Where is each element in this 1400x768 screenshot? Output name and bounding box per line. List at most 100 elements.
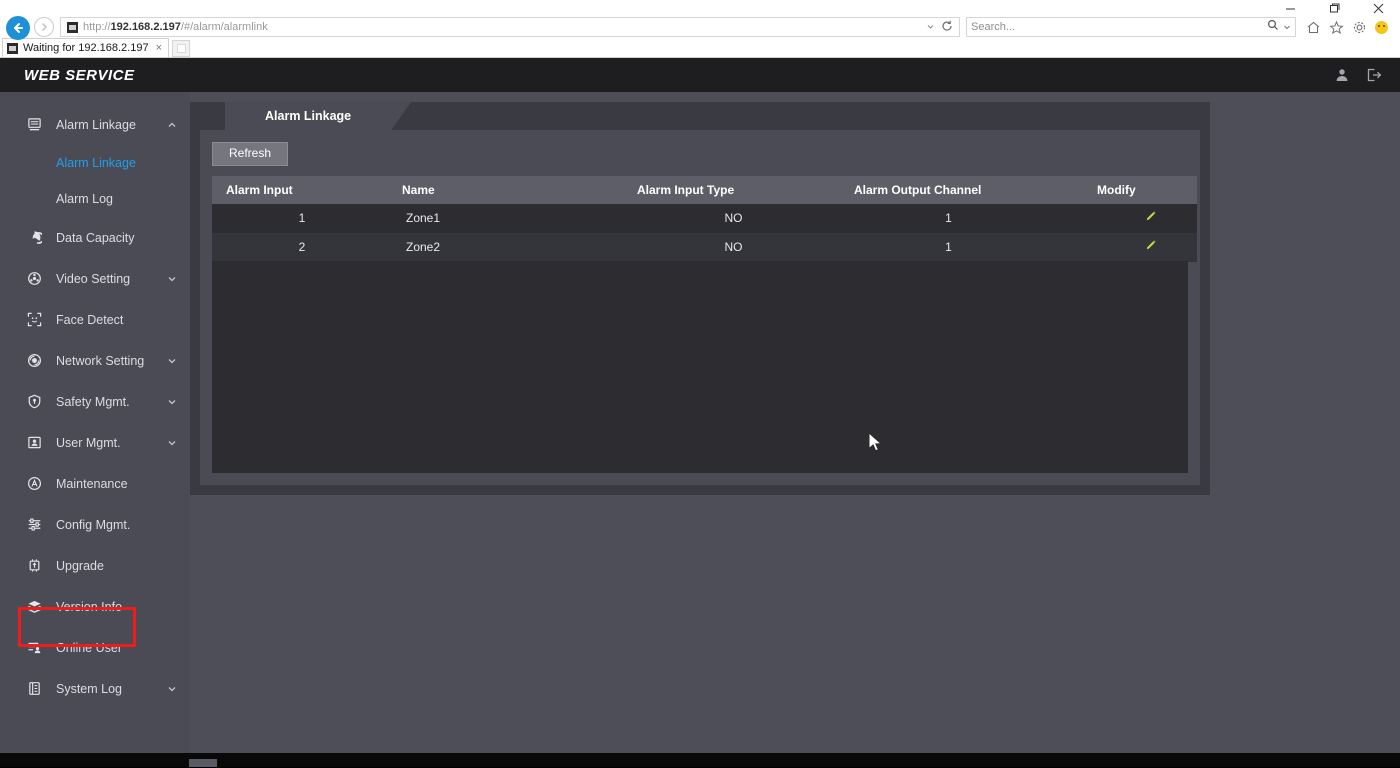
sidebar-item-network-setting[interactable]: Network Setting (0, 340, 190, 381)
search-bar[interactable]: Search... (966, 17, 1296, 37)
sidebar-item-label: Config Mgmt. (56, 517, 131, 532)
cell-alarm-input: 1 (212, 203, 392, 233)
chevron-down-icon[interactable] (166, 397, 178, 407)
sidebar-subitem-alarm-log[interactable]: Alarm Log (0, 181, 190, 217)
content-area: Alarm Linkage Refresh Alarm Input Name A… (190, 92, 1400, 767)
chevron-up-icon[interactable] (166, 120, 178, 130)
close-button[interactable] (1356, 0, 1400, 16)
web-application: WEB SERVICE Alarm Linkage Alarm Linkage … (0, 58, 1400, 767)
chevron-down-icon[interactable] (166, 356, 178, 366)
sidebar-item-label: System Log (56, 681, 123, 696)
restore-button[interactable] (1312, 0, 1356, 16)
sidebar-item-version-info[interactable]: Version Info (0, 586, 190, 627)
online-user-icon (26, 640, 42, 656)
chevron-down-icon[interactable] (166, 684, 178, 694)
smiley-feedback-icon[interactable] (1375, 20, 1388, 34)
forward-arrow-icon[interactable] (34, 17, 54, 37)
browser-tab[interactable]: Waiting for 192.168.2.197 × (2, 38, 170, 57)
user-mgmt-icon (26, 435, 42, 451)
sidebar-item-label: Version Info (56, 599, 123, 614)
cell-modify (1057, 203, 1197, 233)
minimize-button[interactable] (1268, 0, 1312, 16)
sidebar-item-maintenance[interactable]: Maintenance (0, 463, 190, 504)
sidebar-item-system-log[interactable]: System Log (0, 668, 190, 709)
refresh-icon[interactable] (941, 20, 953, 34)
cell-name: Zone1 (392, 203, 617, 233)
version-info-icon (26, 599, 42, 615)
chevron-down-icon[interactable] (166, 274, 178, 284)
chevron-down-icon[interactable] (166, 438, 178, 448)
alarm-linkage-icon (26, 117, 42, 133)
new-tab-button[interactable] (172, 40, 191, 57)
sidebar-item-online-user[interactable]: Online User (0, 627, 190, 668)
browser-chrome: http://192.168.2.197/#/alarm/alarmlink S… (0, 0, 1400, 58)
cell-alarm-output-channel: 1 (832, 232, 1057, 262)
sidebar-item-label: Face Detect (56, 312, 124, 327)
pencil-edit-icon[interactable] (1144, 239, 1157, 252)
app-logo: WEB SERVICE (24, 66, 135, 84)
sidebar-item-face-detect[interactable]: Face Detect (0, 299, 190, 340)
panel-tabstrip: Alarm Linkage (190, 102, 1210, 130)
face-detect-icon (26, 312, 42, 328)
sidebar-item-safety-mgmt[interactable]: Safety Mgmt. (0, 381, 190, 422)
table-header-row: Alarm Input Name Alarm Input Type Alarm … (212, 175, 1197, 204)
sidebar-item-data-capacity[interactable]: Data Capacity (0, 217, 190, 258)
table-row[interactable]: 1 Zone1 NO 1 (212, 203, 1197, 233)
search-icon[interactable] (1267, 18, 1279, 36)
cell-name: Zone2 (392, 232, 617, 262)
cell-alarm-input-type: NO (617, 232, 832, 262)
content-panel: Alarm Linkage Refresh Alarm Input Name A… (190, 102, 1210, 495)
safety-mgmt-icon (26, 394, 42, 410)
tab-favicon-icon (7, 42, 18, 54)
sidebar-item-label: Safety Mgmt. (56, 394, 130, 409)
browser-toolbar-icons (1296, 20, 1396, 35)
sidebar-item-config-mgmt[interactable]: Config Mgmt. (0, 504, 190, 545)
logout-icon[interactable] (1366, 67, 1382, 83)
table-empty-space (212, 260, 1188, 473)
address-bar-actions (926, 20, 957, 34)
sidebar-subitem-label: Alarm Log (56, 192, 113, 206)
cell-alarm-input-type: NO (617, 203, 832, 233)
sidebar-item-label: Maintenance (56, 476, 128, 491)
sidebar-item-alarm-linkage[interactable]: Alarm Linkage (0, 104, 190, 145)
app-header: WEB SERVICE (0, 58, 1400, 92)
tab-alarm-linkage[interactable]: Alarm Linkage (225, 102, 411, 130)
system-log-icon (26, 681, 42, 697)
column-header-alarm-input-type: Alarm Input Type (617, 175, 832, 204)
chevron-down-icon[interactable] (926, 22, 935, 33)
search-input[interactable]: Search... (971, 21, 1267, 33)
search-dropdown-icon[interactable] (1283, 18, 1291, 36)
video-setting-icon (26, 271, 42, 287)
app-body: Alarm Linkage Alarm Linkage Alarm Log Da… (0, 92, 1400, 767)
table-row[interactable]: 2 Zone2 NO 1 (212, 232, 1197, 262)
column-header-alarm-output-channel: Alarm Output Channel (832, 175, 1057, 204)
tools-gear-icon[interactable] (1352, 20, 1367, 35)
sidebar-item-upgrade[interactable]: Upgrade (0, 545, 190, 586)
pencil-edit-icon[interactable] (1144, 210, 1157, 223)
column-header-modify: Modify (1057, 175, 1197, 204)
panel-inner: Refresh Alarm Input Name Alarm Input Typ… (200, 130, 1200, 485)
browser-titlebar (0, 0, 1400, 16)
address-bar[interactable]: http://192.168.2.197/#/alarm/alarmlink (60, 17, 960, 37)
app-header-actions (1334, 67, 1382, 83)
sidebar-item-label: Online User (56, 640, 122, 655)
sidebar-item-label: Data Capacity (56, 230, 135, 245)
alarm-linkage-table: Alarm Input Name Alarm Input Type Alarm … (212, 175, 1197, 262)
sidebar-subitem-alarm-linkage[interactable]: Alarm Linkage (0, 145, 190, 181)
user-account-icon[interactable] (1334, 67, 1350, 83)
sidebar-subitem-label: Alarm Linkage (56, 156, 136, 170)
favorites-star-icon[interactable] (1329, 20, 1344, 35)
browser-navbar: http://192.168.2.197/#/alarm/alarmlink S… (0, 16, 1400, 40)
back-arrow-icon[interactable] (6, 16, 30, 40)
upgrade-icon (26, 558, 42, 574)
refresh-button[interactable]: Refresh (212, 142, 289, 166)
sidebar-item-video-setting[interactable]: Video Setting (0, 258, 190, 299)
data-capacity-icon (26, 230, 42, 246)
sidebar-item-user-mgmt[interactable]: User Mgmt. (0, 422, 190, 463)
taskbar-nub (189, 759, 217, 767)
window-controls (1268, 0, 1400, 16)
column-header-alarm-input: Alarm Input (212, 175, 392, 204)
close-icon[interactable]: × (154, 42, 164, 54)
sidebar-item-label: Upgrade (56, 558, 104, 573)
home-icon[interactable] (1306, 20, 1321, 35)
